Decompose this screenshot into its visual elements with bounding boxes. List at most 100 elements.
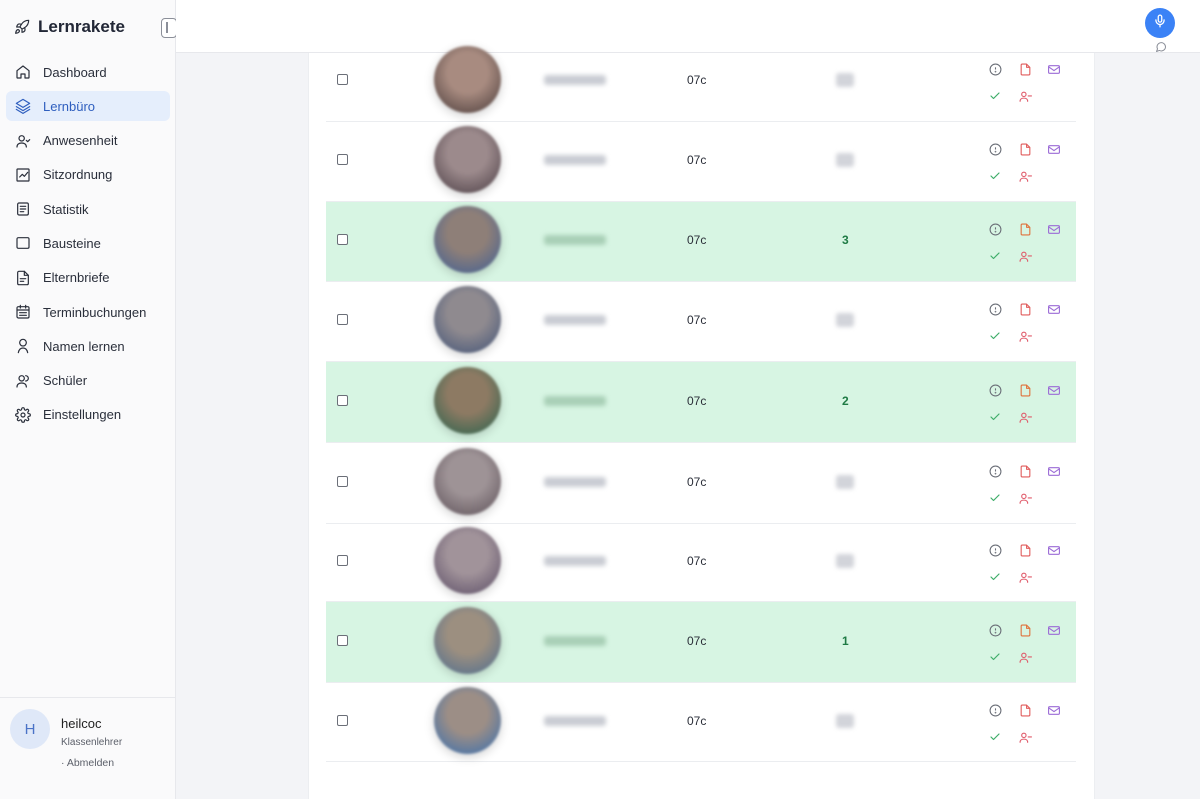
- microphone-button[interactable]: [1145, 8, 1175, 38]
- info-icon[interactable]: [988, 222, 1002, 236]
- sidebar-item-anwesenheit[interactable]: Anwesenheit: [6, 126, 170, 156]
- count-value: 2: [842, 394, 849, 408]
- sidebar-item-statistik[interactable]: Statistik: [6, 194, 170, 224]
- student-name: [544, 636, 606, 646]
- row-checkbox[interactable]: [337, 74, 348, 85]
- remove-user-icon[interactable]: [1018, 249, 1032, 263]
- document-icon[interactable]: [1018, 623, 1032, 637]
- chat-bubble-icon[interactable]: [1155, 40, 1167, 52]
- info-icon[interactable]: [988, 703, 1002, 717]
- document-icon[interactable]: [1018, 302, 1032, 316]
- sidebar-item-bausteine[interactable]: Bausteine: [6, 228, 170, 258]
- check-icon[interactable]: [988, 249, 1002, 263]
- mail-icon[interactable]: [1047, 464, 1061, 478]
- sidebar-item-label: Schüler: [43, 373, 88, 389]
- mail-icon[interactable]: [1047, 142, 1061, 156]
- table-row[interactable]: 07c: [326, 46, 1076, 122]
- count-value: 1: [842, 634, 849, 648]
- table-row[interactable]: 07c: [326, 524, 1076, 602]
- student-class: 07c: [687, 153, 707, 167]
- row-checkbox[interactable]: [337, 395, 348, 406]
- top-header: [176, 0, 1200, 53]
- sidebar-item-namen-lernen[interactable]: Namen lernen: [6, 331, 170, 361]
- info-icon[interactable]: [988, 464, 1002, 478]
- info-icon[interactable]: [988, 623, 1002, 637]
- row-checkbox[interactable]: [337, 635, 348, 646]
- sidebar-item-label: Bausteine: [43, 235, 101, 251]
- document-icon[interactable]: [1018, 703, 1032, 717]
- remove-user-icon[interactable]: [1018, 89, 1032, 103]
- mail-icon[interactable]: [1047, 302, 1061, 316]
- table-row[interactable]: 07c: [326, 282, 1076, 362]
- info-icon[interactable]: [988, 383, 1002, 397]
- info-icon[interactable]: [988, 302, 1002, 316]
- table-row[interactable]: 07c: [326, 443, 1076, 524]
- avatar[interactable]: H: [10, 709, 50, 749]
- check-icon[interactable]: [988, 329, 1002, 343]
- sidebar-item-label: Elternbriefe: [43, 270, 110, 286]
- check-icon[interactable]: [988, 491, 1002, 505]
- remove-user-icon[interactable]: [1018, 410, 1032, 424]
- remove-user-icon[interactable]: [1018, 169, 1032, 183]
- check-icon[interactable]: [988, 89, 1002, 103]
- document-icon[interactable]: [1018, 62, 1032, 76]
- sidebar-item-label: Einstellungen: [43, 407, 122, 423]
- info-icon[interactable]: [988, 62, 1002, 76]
- document-icon[interactable]: [1018, 543, 1032, 557]
- mail-icon[interactable]: [1047, 222, 1061, 236]
- document-icon[interactable]: [1018, 464, 1032, 478]
- brand[interactable]: Lernrakete: [14, 14, 125, 40]
- sidebar-item-elternbriefe[interactable]: Elternbriefe: [6, 263, 170, 293]
- remove-user-icon[interactable]: [1018, 491, 1032, 505]
- table-row[interactable]: 07c: [326, 122, 1076, 202]
- mail-icon[interactable]: [1047, 383, 1061, 397]
- row-checkbox[interactable]: [337, 154, 348, 165]
- check-icon[interactable]: [988, 650, 1002, 664]
- student-class: 07c: [687, 634, 707, 648]
- check-icon[interactable]: [988, 410, 1002, 424]
- info-icon[interactable]: [988, 142, 1002, 156]
- sidebar-item-lernbuero[interactable]: Lernbüro: [6, 91, 170, 122]
- count-value: [836, 475, 854, 489]
- sidebar-item-terminbuchungen[interactable]: Terminbuchungen: [6, 297, 170, 327]
- chart-icon: [15, 167, 31, 183]
- sidebar-item-label: Lernbüro: [43, 98, 96, 114]
- sidebar-item-sitzordnung[interactable]: Sitzordnung: [6, 160, 170, 190]
- sidebar-item-schueler[interactable]: Schüler: [6, 366, 170, 396]
- square-icon: [15, 235, 31, 251]
- count-value: [836, 313, 854, 327]
- document-icon[interactable]: [1018, 222, 1032, 236]
- document-icon[interactable]: [1018, 142, 1032, 156]
- student-photo: [434, 607, 501, 674]
- count-value: [836, 153, 854, 167]
- sidebar-toggle-button[interactable]: [161, 18, 177, 38]
- check-icon[interactable]: [988, 730, 1002, 744]
- remove-user-icon[interactable]: [1018, 650, 1032, 664]
- row-checkbox[interactable]: [337, 555, 348, 566]
- table-row[interactable]: 07c: [326, 683, 1076, 762]
- table-row[interactable]: 07c 2: [326, 362, 1076, 443]
- table-row[interactable]: 07c 1: [326, 602, 1076, 683]
- row-checkbox[interactable]: [337, 234, 348, 245]
- info-icon[interactable]: [988, 543, 1002, 557]
- student-name: [544, 75, 606, 85]
- mail-icon[interactable]: [1047, 623, 1061, 637]
- student-name: [544, 155, 606, 165]
- remove-user-icon[interactable]: [1018, 730, 1032, 744]
- student-photo: [434, 46, 501, 113]
- row-checkbox[interactable]: [337, 476, 348, 487]
- table-row[interactable]: 07c 3: [326, 202, 1076, 282]
- remove-user-icon[interactable]: [1018, 570, 1032, 584]
- mail-icon[interactable]: [1047, 543, 1061, 557]
- logout-link[interactable]: · Abmelden: [61, 757, 114, 769]
- mail-icon[interactable]: [1047, 62, 1061, 76]
- sidebar-item-einstellungen[interactable]: Einstellungen: [6, 400, 170, 430]
- check-icon[interactable]: [988, 169, 1002, 183]
- sidebar-item-dashboard[interactable]: Dashboard: [6, 57, 170, 87]
- remove-user-icon[interactable]: [1018, 329, 1032, 343]
- row-checkbox[interactable]: [337, 715, 348, 726]
- row-checkbox[interactable]: [337, 314, 348, 325]
- document-icon[interactable]: [1018, 383, 1032, 397]
- mail-icon[interactable]: [1047, 703, 1061, 717]
- check-icon[interactable]: [988, 570, 1002, 584]
